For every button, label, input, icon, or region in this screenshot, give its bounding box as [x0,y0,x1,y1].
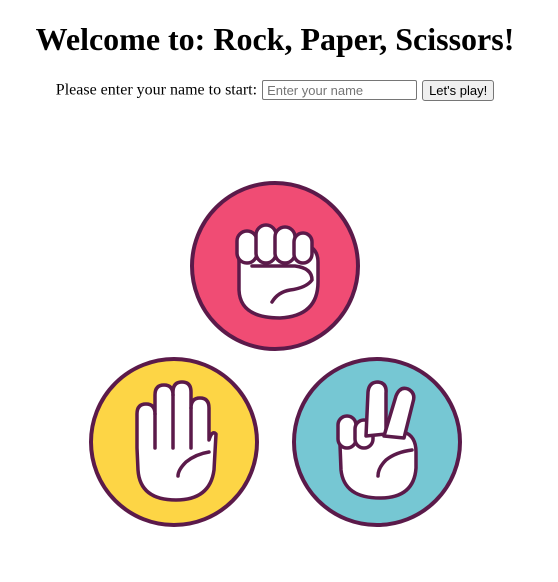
name-input[interactable] [262,80,418,101]
scissors-peace-hand-icon [292,357,462,527]
name-form: Please enter your name to start: Let's p… [0,79,550,101]
name-prompt: Please enter your name to start: [55,81,258,99]
rock-fist-icon [190,181,360,351]
paper-open-hand-icon [89,357,259,527]
lets-play-button[interactable]: Let's play! [422,79,495,101]
page-title: Welcome to: Rock, Paper, Scissors! [35,21,515,57]
